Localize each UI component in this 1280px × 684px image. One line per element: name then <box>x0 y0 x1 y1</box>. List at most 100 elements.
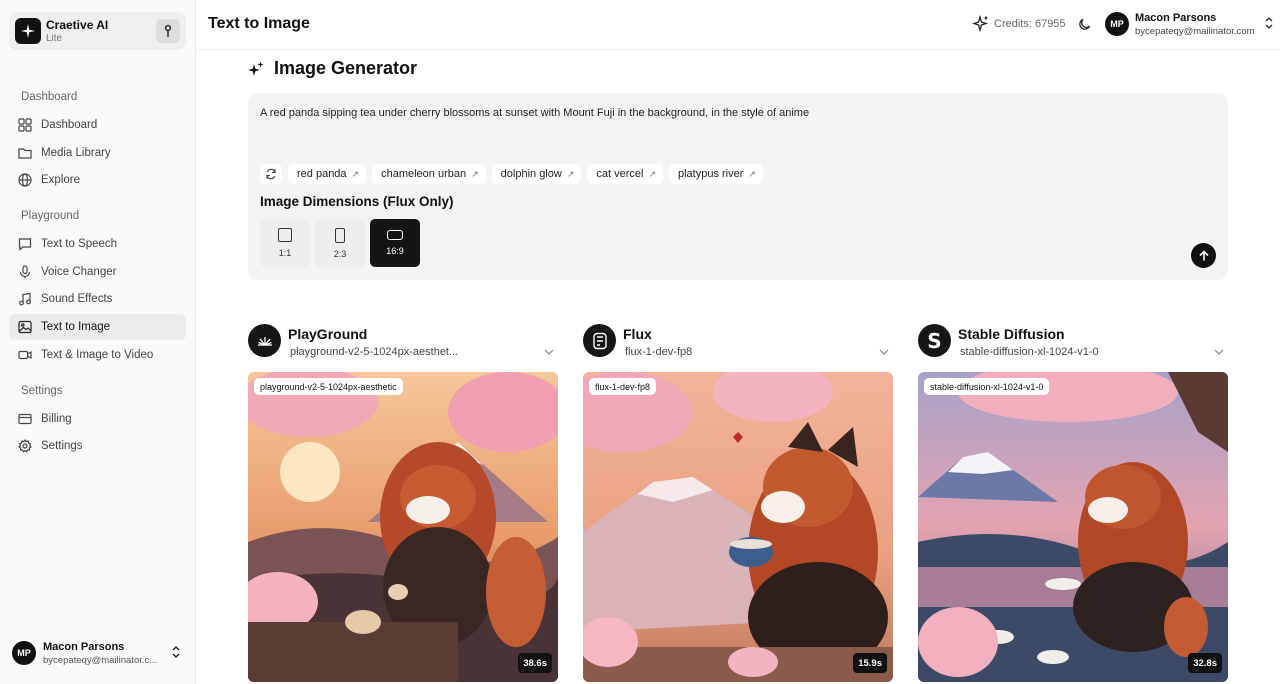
section-label-playground: Playground <box>21 210 80 222</box>
suggestion-chip[interactable]: red panda ↗ <box>288 164 367 184</box>
suggestion-label: cat vercel <box>596 168 644 180</box>
sidebar-item-text-image-to-video[interactable]: Text & Image to Video <box>9 342 186 368</box>
model-tag: stable-diffusion-xl-1024-v1-0 <box>924 378 1050 395</box>
app-name: Craetive AI <box>46 18 109 32</box>
generated-image[interactable] <box>583 372 893 682</box>
prompt-input[interactable]: A red panda sipping tea under cherry blo… <box>260 107 809 119</box>
user-email: bycepateqy@mailinator.com <box>1135 26 1255 37</box>
playground-logo-icon <box>248 324 281 357</box>
suggestion-label: dolphin glow <box>500 168 562 180</box>
refresh-suggestions-button[interactable] <box>260 164 282 184</box>
user-name: Macon Parsons <box>1135 12 1217 24</box>
sidebar-item-sound-effects[interactable]: Sound Effects <box>9 286 186 312</box>
sidebar-item-label: Voice Changer <box>41 266 117 278</box>
square-icon <box>278 228 292 242</box>
model-version-select[interactable]: flux-1-dev-fp8 <box>625 346 815 358</box>
model-name: Stable Diffusion <box>958 326 1065 342</box>
sidebar-item-label: Settings <box>41 440 83 452</box>
model-tag: flux-1-dev-fp8 <box>589 378 657 395</box>
suggestion-chip[interactable]: cat vercel ↗ <box>587 164 663 184</box>
credits-label: Credits: 67955 <box>994 18 1066 30</box>
avatar: MP <box>1105 12 1129 36</box>
dimensions-label: Image Dimensions (Flux Only) <box>260 194 454 209</box>
suggestion-chips: red panda ↗ chameleon urban ↗ dolphin glow… <box>260 164 763 184</box>
speech-bubble-icon <box>18 238 32 251</box>
app-plan: Lite <box>46 33 63 44</box>
suggestion-label: chameleon urban <box>381 168 467 180</box>
chevron-up-down-icon <box>172 646 180 658</box>
refresh-icon <box>266 168 276 180</box>
portrait-icon <box>335 227 345 243</box>
user-name: Macon Parsons <box>43 641 125 653</box>
pin-icon[interactable] <box>156 19 180 43</box>
sidebar-item-label: Billing <box>41 413 72 425</box>
globe-icon <box>18 173 32 187</box>
generated-image[interactable] <box>918 372 1228 682</box>
dashboard-icon <box>18 118 32 132</box>
suggestion-chip[interactable]: dolphin glow ↗ <box>491 164 582 184</box>
generated-image[interactable] <box>248 372 558 682</box>
dimension-label: 16:9 <box>386 246 404 256</box>
section-label-dashboard: Dashboard <box>21 91 78 103</box>
generator-title: Image Generator <box>248 58 417 79</box>
chevron-down-icon[interactable] <box>879 348 889 356</box>
generator-title-text: Image Generator <box>274 58 418 78</box>
gear-icon <box>18 439 32 453</box>
page-title: Text to Image <box>208 15 310 32</box>
sidebar-item-label: Explore <box>41 174 80 186</box>
model-version-select[interactable]: stable-diffusion-xl-1024-v1-0 <box>960 346 1150 358</box>
section-label-settings: Settings <box>21 385 63 397</box>
credit-card-icon <box>18 413 32 425</box>
music-note-icon <box>19 292 31 306</box>
microphone-icon <box>19 265 31 279</box>
model-version-select[interactable]: playground-v2-5-1024px-aesthet... <box>290 346 480 358</box>
credits-indicator: Credits: 67955 <box>972 15 1066 33</box>
user-email: bycepateqy@mailinator.c... <box>43 655 158 666</box>
arrow-up-right-icon: ↗ <box>648 168 656 179</box>
top-header: Text to Image Credits: 67955 MP Macon Pa… <box>196 0 1280 50</box>
generation-time-badge: 15.9s <box>853 653 887 673</box>
sidebar-item-billing[interactable]: Billing <box>9 406 186 432</box>
flux-logo-icon <box>583 324 616 357</box>
avatar: MP <box>12 641 36 665</box>
arrow-up-right-icon: ↗ <box>471 168 479 179</box>
generation-time-badge: 38.6s <box>518 653 552 673</box>
workspace-switcher[interactable]: Craetive AI Lite <box>9 12 186 50</box>
chevron-down-icon[interactable] <box>1214 348 1224 356</box>
model-name: PlayGround <box>288 326 368 342</box>
sidebar-item-label: Text & Image to Video <box>41 349 154 361</box>
sidebar-item-text-to-image[interactable]: Text to Image <box>9 314 186 340</box>
arrow-up-right-icon: ↗ <box>351 168 360 179</box>
sidebar-item-dashboard[interactable]: Dashboard <box>9 112 186 138</box>
sidebar-item-label: Text to Image <box>41 321 111 333</box>
sidebar-user-menu[interactable]: MP Macon Parsons bycepateqy@mailinator.c… <box>12 640 188 668</box>
prompt-panel: A red panda sipping tea under cherry blo… <box>248 93 1228 280</box>
sidebar-item-label: Sound Effects <box>41 293 113 305</box>
arrow-up-right-icon: ↗ <box>566 168 575 179</box>
suggestion-label: red panda <box>297 168 347 180</box>
dimension-label: 2:3 <box>333 248 347 259</box>
dimension-option-1-1[interactable]: 1:1 <box>260 219 310 267</box>
model-name: Flux <box>623 326 652 342</box>
sidebar-item-label: Text to Speech <box>41 238 118 250</box>
moon-icon[interactable] <box>1078 17 1092 31</box>
dimension-option-2-3[interactable]: 2:3 <box>315 219 365 267</box>
arrow-up-icon <box>1198 249 1209 260</box>
sidebar-item-text-to-speech[interactable]: Text to Speech <box>9 231 186 257</box>
sidebar: Craetive AI Lite Dashboard Dashboard Med… <box>0 0 196 684</box>
sidebar-item-settings[interactable]: Settings <box>9 433 186 459</box>
sidebar-item-voice-changer[interactable]: Voice Changer <box>9 259 186 285</box>
sparkle-logo-icon <box>15 18 41 44</box>
stable-diffusion-logo-icon: S <box>918 324 951 357</box>
suggestion-chip[interactable]: platypus river ↗ <box>668 164 763 184</box>
generate-button[interactable] <box>1191 243 1216 268</box>
chevron-down-icon[interactable] <box>544 348 554 356</box>
sidebar-item-label: Dashboard <box>41 119 98 131</box>
sparkles-icon <box>972 15 989 33</box>
suggestion-chip[interactable]: chameleon urban ↗ <box>372 164 486 184</box>
sidebar-item-explore[interactable]: Explore <box>9 167 186 193</box>
sidebar-item-media-library[interactable]: Media Library <box>9 140 186 166</box>
model-tag: playground-v2-5-1024px-aesthetic <box>254 378 403 395</box>
generation-time-badge: 32.8s <box>1188 653 1222 673</box>
dimension-option-16-9[interactable]: 16:9 <box>370 219 420 267</box>
